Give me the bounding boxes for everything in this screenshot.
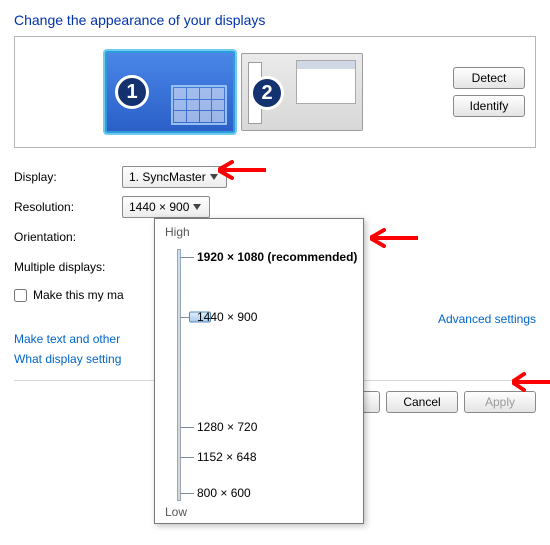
multiple-displays-label: Multiple displays: [14,260,122,274]
monitor-1-badge: 1 [115,75,149,109]
monitor-2[interactable]: 2 [241,53,363,131]
advanced-settings-link[interactable]: Advanced settings [438,312,536,326]
resolution-label: Resolution: [14,200,122,214]
monitor-2-badge: 2 [250,76,284,110]
display-dropdown-value: 1. SyncMaster [129,170,206,184]
apply-button[interactable]: Apply [464,391,536,413]
resolution-slider-popup[interactable]: High 1920 × 1080 (recommended) 1440 × 90… [154,218,364,524]
chevron-down-icon [189,199,205,215]
res-option-800[interactable]: 800 × 600 [197,486,251,500]
slider-low-label: Low [165,505,187,519]
resolution-slider[interactable] [177,249,181,501]
cancel-button[interactable]: Cancel [386,391,458,413]
resolution-dropdown-value: 1440 × 900 [129,200,189,214]
page-title: Change the appearance of your displays [0,0,550,36]
annotation-arrow-icon [218,160,266,180]
resolution-dropdown[interactable]: 1440 × 900 [122,196,210,218]
annotation-arrow-icon [512,372,550,392]
slider-high-label: High [165,225,353,239]
make-main-checkbox[interactable] [14,289,27,302]
res-option-1440[interactable]: 1440 × 900 [197,310,257,324]
detect-button[interactable]: Detect [453,67,525,89]
monitors-area[interactable]: 1 2 [15,43,453,141]
res-option-1152[interactable]: 1152 × 648 [197,450,257,464]
make-main-label: Make this my ma [33,288,124,302]
monitors-panel: 1 2 Detect Identify [14,36,536,148]
annotation-arrow-icon [370,228,418,248]
calculator-icon [171,85,227,125]
res-option-1920[interactable]: 1920 × 1080 (recommended) [197,250,357,264]
identify-button[interactable]: Identify [453,95,525,117]
orientation-label: Orientation: [14,230,122,244]
res-option-1280[interactable]: 1280 × 720 [197,420,257,434]
monitor-1[interactable]: 1 [105,51,235,133]
display-dropdown[interactable]: 1. SyncMaster [122,166,227,188]
display-label: Display: [14,170,122,184]
